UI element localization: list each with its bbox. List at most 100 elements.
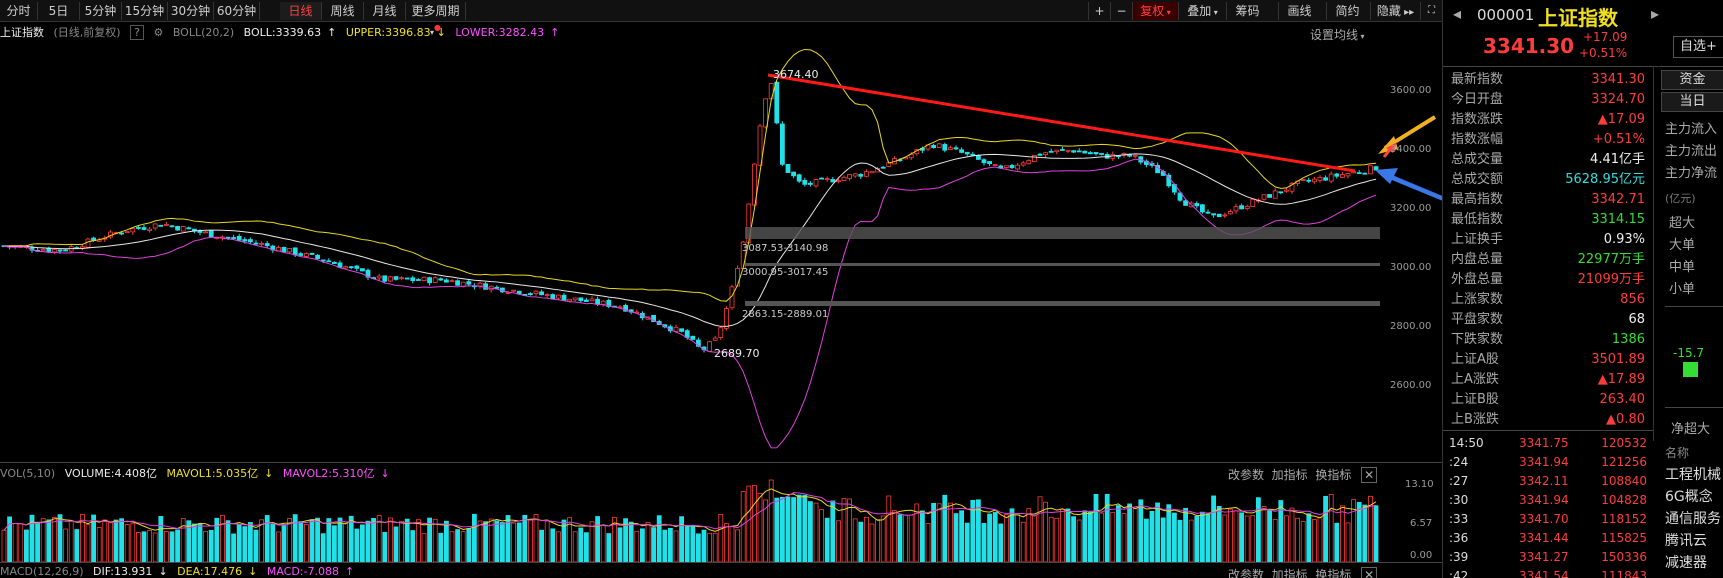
candle-body	[130, 228, 136, 233]
more-periods-dropdown[interactable]: 更多周期 ▾●	[406, 2, 466, 37]
add-watchlist-button[interactable]: 自选+	[1673, 36, 1723, 58]
overlay-button[interactable]: 叠加 ▾	[1178, 2, 1226, 20]
volume-bar	[1244, 515, 1250, 562]
candle-body	[1004, 165, 1009, 168]
volume-bar	[768, 479, 774, 562]
trend-line[interactable]	[767, 73, 1356, 173]
period-tab-5min[interactable]: 5分钟	[80, 2, 122, 20]
volume-bar	[1160, 517, 1166, 562]
volume-bar	[1362, 504, 1368, 562]
volume-bar	[231, 533, 237, 562]
concept-item[interactable]: 工程机械	[1665, 464, 1721, 484]
volume-bar	[1009, 508, 1015, 562]
tab-funds[interactable]: 资金	[1661, 70, 1723, 90]
boll-label[interactable]: BOLL(20,2)	[173, 26, 234, 39]
volume-bar	[1121, 513, 1127, 562]
period-tab-weekly[interactable]: 周线	[322, 2, 364, 20]
down-arrow-icon: ↓	[436, 26, 446, 39]
zoom-out-button[interactable]: −	[1110, 2, 1132, 20]
volume-chart[interactable]	[0, 478, 1442, 562]
stat-value: 3324.70	[1591, 92, 1645, 107]
candle-body	[1099, 153, 1104, 155]
period-tab-15min[interactable]: 15分钟	[122, 2, 168, 20]
candle-body	[253, 242, 259, 245]
kline-chart[interactable]	[0, 44, 1442, 464]
candle-body	[976, 155, 981, 160]
overlay-label: 叠加	[1187, 4, 1212, 18]
chips-button[interactable]: 筹码	[1226, 2, 1268, 20]
volume-bar	[852, 518, 858, 562]
candle-body	[724, 308, 729, 329]
period-tab-5day[interactable]: 5日	[38, 2, 80, 20]
candle-body	[942, 144, 948, 151]
candle-body	[584, 299, 589, 302]
period-tab-monthly[interactable]: 月线	[364, 2, 406, 20]
tick-row: :42 3341.54 111843	[1443, 567, 1653, 578]
tick-price: 3342.11	[1519, 474, 1569, 488]
volume-bar	[499, 522, 505, 562]
volume-bar	[746, 485, 752, 562]
candle-body	[152, 223, 158, 229]
ma-settings-link[interactable]: 设置均线 ▾	[1310, 26, 1365, 43]
candle-body	[802, 179, 808, 185]
candle-body	[931, 144, 936, 149]
volume-bar	[791, 497, 796, 562]
macd-title[interactable]: MACD(12,26,9)	[0, 565, 84, 578]
volume-bar	[785, 496, 791, 562]
candle-body	[864, 171, 869, 177]
switch-indicator-link[interactable]: 换指标	[1315, 568, 1351, 578]
period-tab-daily[interactable]: 日线	[280, 2, 322, 20]
expand-icon[interactable]: ⛶	[1420, 2, 1442, 20]
period-tab-30min[interactable]: 30分钟	[168, 2, 214, 20]
volume-bar	[634, 530, 640, 562]
candle-body	[533, 290, 539, 294]
volume-bar	[292, 514, 298, 562]
volume-bar	[740, 491, 746, 562]
concept-item[interactable]: 通信服务	[1665, 508, 1721, 528]
stat-value: 3341.30	[1591, 72, 1645, 87]
zoom-in-button[interactable]: +	[1088, 2, 1110, 20]
help-icon[interactable]: ?	[130, 25, 144, 40]
add-indicator-link[interactable]: 加指标	[1272, 568, 1308, 578]
candle-body	[679, 328, 684, 332]
concept-item[interactable]: 6G概念	[1665, 486, 1713, 506]
hide-button[interactable]: 隐藏 ▸▸	[1370, 2, 1420, 20]
candle-body	[992, 164, 998, 166]
order-size-l: 大单	[1669, 238, 1696, 253]
volume-bar	[387, 517, 393, 562]
volume-bar	[830, 500, 836, 562]
gap-label-3: 2863.15-2889.01	[742, 309, 829, 320]
volume-bar	[1032, 515, 1037, 562]
candle-body	[1037, 153, 1043, 156]
candle-body	[1071, 150, 1076, 153]
candle-body	[141, 227, 147, 230]
chevron-right-icon[interactable]: ▸	[1651, 4, 1659, 23]
period-tab-60min[interactable]: 60分钟	[214, 2, 260, 20]
candle-body	[1261, 194, 1267, 200]
volume-bar	[1216, 505, 1222, 562]
volume-bar	[858, 521, 864, 562]
simple-mode-button[interactable]: 简约	[1326, 2, 1368, 20]
volume-bar	[96, 527, 102, 562]
stat-row: 指数涨幅 +0.51%	[1443, 130, 1653, 150]
chevron-left-icon[interactable]: ◂	[1453, 4, 1461, 23]
chart-mode-label: (日线,前复权)	[53, 26, 121, 39]
order-size-xl: 超大	[1669, 216, 1696, 231]
candle-body	[1216, 213, 1222, 218]
tick-time: :39	[1449, 550, 1469, 564]
candle-body	[1300, 179, 1306, 181]
volume-bar	[130, 523, 136, 562]
draw-line-button[interactable]: 画线	[1278, 2, 1320, 20]
concept-item[interactable]: 减速器	[1665, 552, 1707, 572]
gear-icon[interactable]: ⚙	[153, 26, 163, 39]
fuquan-button[interactable]: 复权 ▾	[1132, 2, 1178, 20]
stat-row: 下跌家数 1386	[1443, 330, 1653, 350]
edit-params-link[interactable]: 改参数	[1228, 568, 1264, 578]
up-arrow-icon: ↑	[550, 26, 560, 39]
period-tab-intraday[interactable]: 分时	[0, 2, 38, 20]
close-icon[interactable]: ✕	[1361, 567, 1378, 578]
tab-today[interactable]: 当日	[1661, 92, 1723, 112]
net-flow-value: -15.7	[1673, 346, 1705, 360]
concept-item[interactable]: 腾讯云	[1665, 530, 1707, 550]
volume-bar	[1043, 501, 1048, 562]
